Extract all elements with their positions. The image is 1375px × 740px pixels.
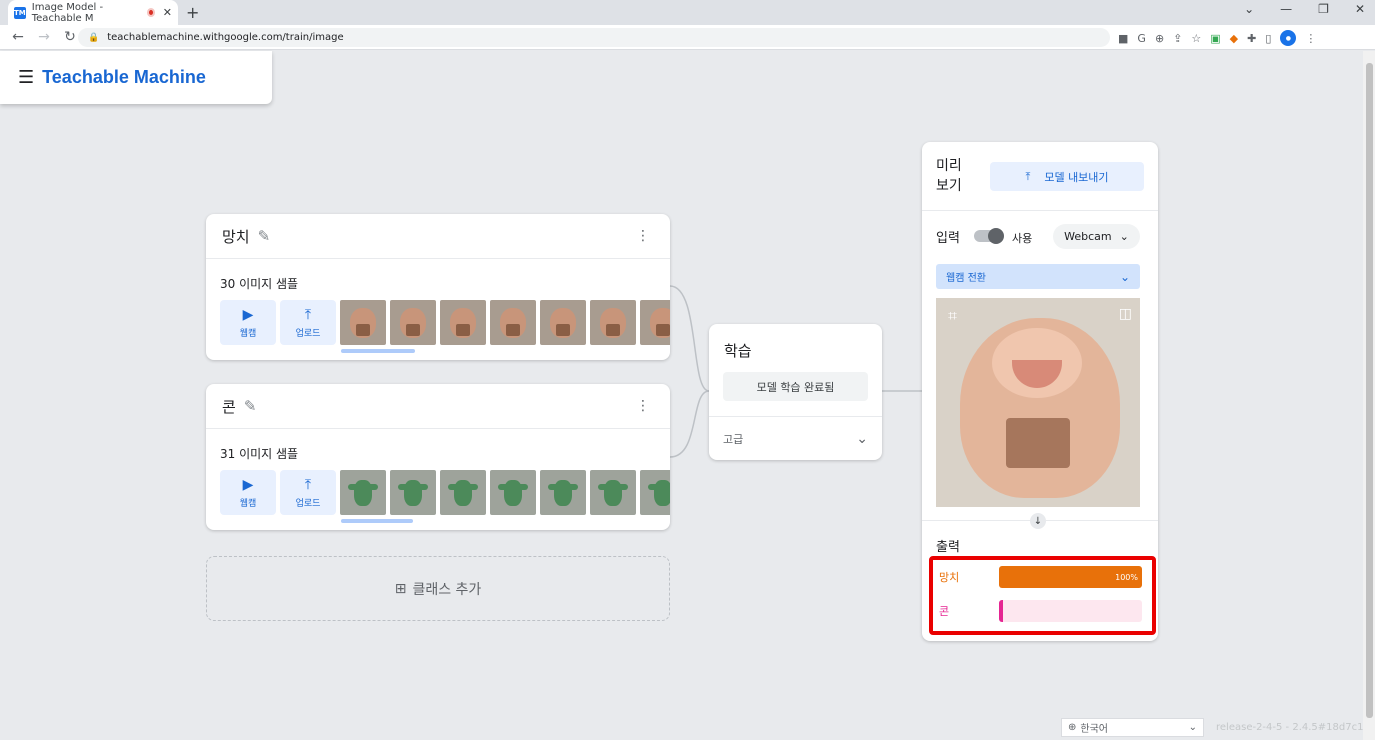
upload-label: 업로드 bbox=[295, 328, 321, 339]
app-header: ☰ Teachable Machine bbox=[0, 51, 272, 104]
webcam-preview: ⌗ ◫ bbox=[936, 298, 1140, 507]
input-toggle[interactable] bbox=[974, 228, 1004, 244]
sample-scroll-indicator[interactable] bbox=[341, 349, 415, 353]
upload-label: 업로드 bbox=[295, 498, 321, 509]
upload-button[interactable]: ⤒ 업로드 bbox=[280, 300, 336, 345]
divider bbox=[922, 210, 1158, 211]
video-camera-icon: ▶ bbox=[242, 306, 254, 323]
connector-lines bbox=[669, 285, 922, 458]
chevron-down-icon: ⌄ bbox=[1119, 269, 1130, 284]
class-name[interactable]: 망치 bbox=[222, 226, 250, 247]
sample-thumbnail[interactable] bbox=[590, 470, 636, 515]
sample-thumbnail[interactable] bbox=[590, 300, 636, 345]
more-options-icon[interactable]: ⋮ bbox=[636, 228, 650, 244]
class-card-2: 콘 ✎ ⋮ 31 이미지 샘플 ▶ 웹캠 ⤒ 업로드 bbox=[206, 384, 670, 530]
webcam-subject-apron bbox=[1006, 418, 1070, 468]
sample-thumbnail[interactable] bbox=[340, 300, 386, 345]
sample-row: ▶ 웹캠 ⤒ 업로드 bbox=[220, 470, 670, 515]
add-class-button[interactable]: ⊞ 클래스 추가 bbox=[206, 556, 670, 621]
sample-scroll-indicator[interactable] bbox=[341, 519, 413, 523]
arrow-down-icon: ↓ bbox=[1030, 513, 1046, 529]
edit-pencil-icon[interactable]: ✎ bbox=[244, 397, 257, 415]
video-camera-icon: ▶ bbox=[242, 476, 254, 493]
confidence-fill: 100% bbox=[999, 566, 1142, 588]
more-options-icon[interactable]: ⋮ bbox=[636, 398, 650, 414]
switch-webcam-label: 웹캠 전환 bbox=[946, 273, 986, 284]
source-select-value: Webcam bbox=[1064, 230, 1112, 243]
class-card-1: 망치 ✎ ⋮ 30 이미지 샘플 ▶ 웹캠 ⤒ 업로드 bbox=[206, 214, 670, 360]
output-class-label: 망치 bbox=[939, 571, 960, 584]
advanced-label: 고급 bbox=[723, 432, 744, 446]
output-class-label: 콘 bbox=[939, 605, 950, 618]
chevron-down-icon: ⌄ bbox=[1119, 230, 1129, 243]
confidence-bar: 100% bbox=[999, 566, 1142, 588]
add-box-icon: ⊞ bbox=[394, 580, 407, 597]
training-card: 학습 모델 학습 완료됨 고급 ⌄ bbox=[709, 324, 882, 460]
chevron-down-icon: ⌄ bbox=[856, 430, 868, 447]
webcam-button[interactable]: ▶ 웹캠 bbox=[220, 470, 276, 515]
output-label: 출력 bbox=[936, 540, 960, 555]
sample-thumbnail[interactable] bbox=[540, 300, 586, 345]
webcam-label: 웹캠 bbox=[239, 498, 257, 509]
source-select[interactable]: Webcam ⌄ bbox=[1053, 224, 1140, 249]
output-row-1: 망치 100% bbox=[939, 566, 1142, 588]
sample-thumbnail[interactable] bbox=[490, 470, 536, 515]
output-row-2: 콘 bbox=[939, 600, 1142, 622]
language-select[interactable]: ⊕ 한국어 ⌄ bbox=[1061, 718, 1204, 737]
switch-webcam-dropdown[interactable]: 웹캠 전환 ⌄ bbox=[936, 264, 1140, 289]
confidence-fill bbox=[999, 600, 1003, 622]
sample-thumbnail[interactable] bbox=[440, 470, 486, 515]
class-card-header: 망치 ✎ ⋮ bbox=[206, 214, 670, 259]
export-label: 모델 내보내기 bbox=[1044, 170, 1109, 184]
confidence-bar bbox=[999, 600, 1142, 622]
app-title[interactable]: Teachable Machine bbox=[42, 67, 206, 88]
add-class-label: 클래스 추가 bbox=[412, 581, 482, 598]
sample-thumbnail[interactable] bbox=[390, 470, 436, 515]
sample-thumbnail[interactable] bbox=[640, 470, 670, 515]
class-name[interactable]: 콘 bbox=[222, 396, 236, 417]
class-card-header: 콘 ✎ ⋮ bbox=[206, 384, 670, 429]
sample-thumbnail[interactable] bbox=[490, 300, 536, 345]
input-label: 입력 bbox=[936, 231, 960, 246]
language-value: 한국어 bbox=[1080, 724, 1108, 735]
toggle-label: 사용 bbox=[1012, 232, 1033, 245]
sample-count: 30 이미지 샘플 bbox=[220, 277, 299, 291]
sample-thumbnail[interactable] bbox=[640, 300, 670, 345]
upload-icon: ⤒ bbox=[304, 306, 312, 323]
output-highlight-box: 망치 100% 콘 bbox=[929, 556, 1156, 635]
release-version: release-2-4-5 - 2.4.5#18d7c1 bbox=[1216, 722, 1364, 733]
upload-button[interactable]: ⤒ 업로드 bbox=[280, 470, 336, 515]
sample-thumbnail[interactable] bbox=[340, 470, 386, 515]
flip-icon[interactable]: ◫ bbox=[1119, 306, 1132, 322]
webcam-label: 웹캠 bbox=[239, 328, 257, 339]
globe-icon: ⊕ bbox=[1068, 722, 1077, 733]
crop-icon[interactable]: ⌗ bbox=[948, 306, 957, 326]
sample-thumbnail[interactable] bbox=[440, 300, 486, 345]
advanced-toggle[interactable]: 고급 ⌄ bbox=[709, 416, 882, 460]
upload-icon: ⤒ bbox=[304, 476, 312, 493]
upload-arrow-icon: ⤒ bbox=[1025, 169, 1031, 183]
webcam-button[interactable]: ▶ 웹캠 bbox=[220, 300, 276, 345]
export-model-button[interactable]: ⤒ 모델 내보내기 bbox=[990, 162, 1144, 191]
preview-card: 미리 보기 ⤒ 모델 내보내기 입력 사용 Webcam ⌄ 웹캠 전환 ⌄ ⌗… bbox=[922, 142, 1158, 641]
sample-row: ▶ 웹캠 ⤒ 업로드 bbox=[220, 300, 670, 345]
training-title: 학습 bbox=[724, 342, 752, 360]
preview-title: 미리 보기 bbox=[936, 158, 962, 194]
sample-count: 31 이미지 샘플 bbox=[220, 447, 299, 461]
chevron-down-icon: ⌄ bbox=[1188, 722, 1197, 733]
sample-thumbnail[interactable] bbox=[390, 300, 436, 345]
edit-pencil-icon[interactable]: ✎ bbox=[258, 227, 271, 245]
sample-thumbnail[interactable] bbox=[540, 470, 586, 515]
train-model-button[interactable]: 모델 학습 완료됨 bbox=[723, 372, 868, 401]
hamburger-menu-icon[interactable]: ☰ bbox=[18, 67, 34, 88]
